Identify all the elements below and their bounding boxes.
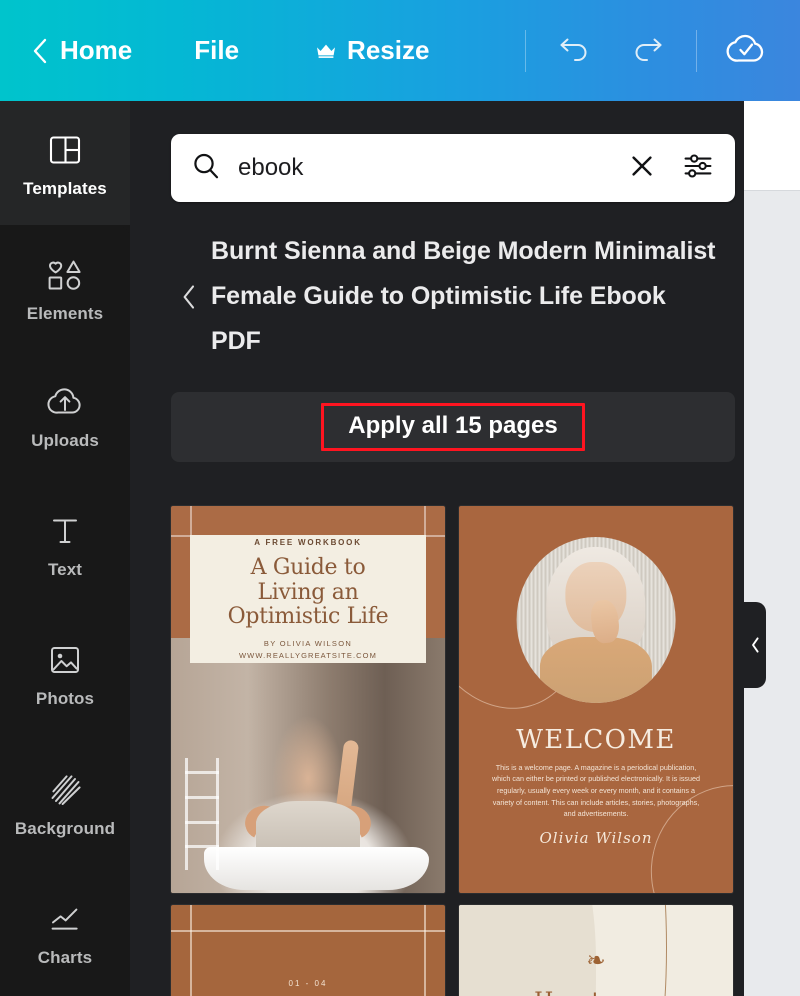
welcome-signature: Olivia Wilson bbox=[539, 828, 653, 847]
filter-sliders-icon[interactable] bbox=[683, 152, 713, 185]
cover-url: WWW.REALLYGREATSITE.COM bbox=[239, 650, 377, 660]
back-to-results-button[interactable] bbox=[171, 279, 207, 315]
toolbar-divider-2 bbox=[696, 29, 697, 72]
template-page-thumbnail[interactable]: WELCOME This is a welcome page. A magazi… bbox=[459, 506, 733, 893]
welcome-portrait bbox=[516, 536, 676, 704]
sidebar-label-photos: Photos bbox=[35, 688, 95, 708]
sidebar-label-text: Text bbox=[47, 559, 83, 579]
template-page-thumbnail[interactable]: 01 - 04 INTRODUCTION bbox=[171, 905, 445, 996]
elements-icon bbox=[46, 255, 84, 295]
sidebar-item-uploads[interactable]: Uploads bbox=[0, 351, 130, 480]
leaf-sprig-icon: ❧ bbox=[586, 947, 606, 973]
sidebar-item-charts[interactable]: Charts bbox=[0, 868, 130, 996]
sidebar-label-elements: Elements bbox=[26, 303, 104, 323]
photos-icon bbox=[48, 640, 82, 680]
uploads-icon bbox=[46, 382, 84, 422]
search-box[interactable] bbox=[171, 134, 735, 202]
sidebar-label-charts: Charts bbox=[37, 947, 93, 967]
photo-bathtub bbox=[203, 847, 429, 891]
redo-icon bbox=[630, 33, 664, 68]
apply-all-bar[interactable]: Apply all 15 pages bbox=[171, 392, 735, 462]
template-page-thumbnail[interactable]: A FREE WORKBOOK A Guide to Living an Opt… bbox=[171, 506, 445, 893]
sidebar-label-templates: Templates bbox=[23, 178, 107, 198]
cover-title-line-2: Living an bbox=[257, 579, 359, 605]
cover-eyebrow: A FREE WORKBOOK bbox=[254, 537, 362, 547]
text-icon bbox=[50, 511, 80, 551]
canvas-background bbox=[744, 190, 800, 996]
resize-button[interactable]: Resize bbox=[315, 35, 429, 66]
save-status-button[interactable] bbox=[724, 29, 768, 73]
background-icon bbox=[48, 770, 82, 810]
top-toolbar: Home File Resize bbox=[0, 0, 800, 101]
sidebar-item-background[interactable]: Background bbox=[0, 738, 130, 868]
redo-button[interactable] bbox=[625, 29, 669, 73]
home-label: Home bbox=[60, 35, 133, 65]
file-menu-button[interactable]: File bbox=[194, 35, 239, 66]
template-title-row: Burnt Sienna and Beige Modern Minimalist… bbox=[171, 229, 735, 364]
undo-icon bbox=[558, 33, 592, 68]
template-pages-grid: A FREE WORKBOOK A Guide to Living an Opt… bbox=[171, 506, 744, 996]
undo-button[interactable] bbox=[553, 29, 597, 73]
sidebar-item-templates[interactable]: Templates bbox=[0, 101, 130, 225]
sidebar-item-text[interactable]: Text bbox=[0, 480, 130, 608]
toolbar-divider-1 bbox=[525, 29, 526, 72]
cover-title-line-1: A Guide to bbox=[250, 554, 366, 580]
home-button[interactable]: Home bbox=[30, 35, 132, 66]
welcome-text-block: WELCOME This is a welcome page. A magazi… bbox=[484, 727, 709, 847]
search-input[interactable] bbox=[238, 154, 629, 182]
portrait-body bbox=[540, 636, 652, 704]
clear-icon[interactable] bbox=[629, 153, 655, 184]
sidebar-label-background: Background bbox=[14, 818, 116, 838]
templates-panel: Burnt Sienna and Beige Modern Minimalist… bbox=[130, 101, 744, 996]
file-label: File bbox=[194, 35, 240, 65]
sidebar-item-photos[interactable]: Photos bbox=[0, 608, 130, 738]
cover-photo bbox=[171, 637, 445, 893]
intro-rule-h bbox=[171, 930, 445, 932]
cover-title-line-3: Optimistic Life bbox=[227, 604, 389, 630]
apply-all-pages-button[interactable]: Apply all 15 pages bbox=[321, 402, 585, 452]
intro-number: 01 - 04 bbox=[288, 979, 328, 988]
sidebar-label-uploads: Uploads bbox=[31, 431, 99, 450]
crown-icon bbox=[315, 42, 337, 59]
search-row bbox=[171, 134, 735, 202]
cloud-saved-icon bbox=[725, 30, 767, 71]
templates-icon bbox=[48, 130, 82, 170]
chevron-left-icon bbox=[750, 636, 761, 654]
cover-byline: BY OLIVIA WILSON bbox=[263, 638, 353, 648]
template-page-thumbnail[interactable]: ❧ How to use bbox=[459, 905, 733, 996]
canvas-page-sliver bbox=[744, 101, 800, 190]
canva-editor-window: Home File Resize Templates Elements Uplo… bbox=[0, 0, 800, 996]
welcome-body: This is a welcome page. A magazine is a … bbox=[491, 762, 700, 819]
photo-ladder bbox=[184, 757, 219, 870]
collapse-panel-button[interactable] bbox=[744, 602, 766, 688]
left-sidebar-rail: Templates Elements Uploads Text Photos B… bbox=[0, 101, 130, 996]
intro-text-block: 01 - 04 INTRODUCTION bbox=[171, 979, 445, 996]
chevron-left-icon bbox=[30, 37, 50, 65]
howto-heading: How to use bbox=[459, 989, 733, 996]
welcome-heading: WELCOME bbox=[516, 724, 676, 755]
resize-label: Resize bbox=[347, 35, 430, 65]
template-title: Burnt Sienna and Beige Modern Minimalist… bbox=[211, 237, 716, 355]
charts-icon bbox=[48, 899, 82, 939]
sidebar-item-elements[interactable]: Elements bbox=[0, 225, 130, 351]
search-icon bbox=[191, 151, 221, 186]
cover-text-card: A FREE WORKBOOK A Guide to Living an Opt… bbox=[190, 535, 426, 663]
howto-decor-curve bbox=[464, 905, 668, 996]
